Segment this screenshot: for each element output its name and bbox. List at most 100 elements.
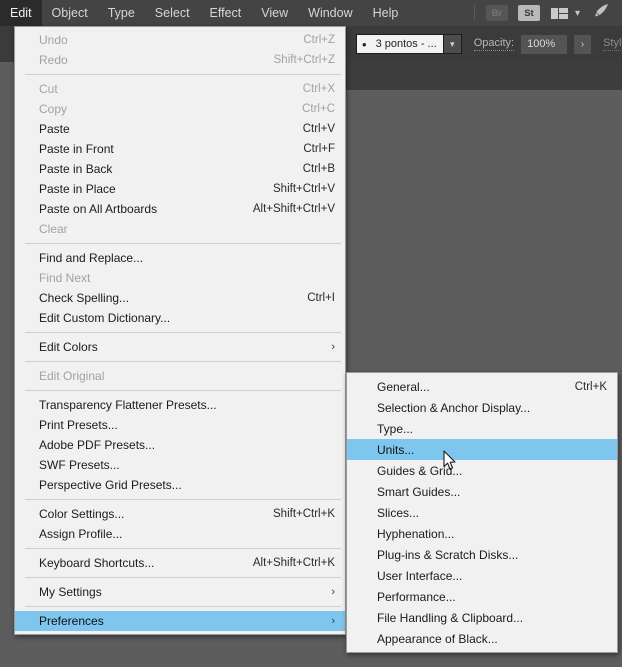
menu-separator (25, 577, 341, 578)
menu-bar: Edit Object Type Select Effect View Window Help… (0, 0, 622, 26)
edit-menu-item-find-next: Find Next (15, 268, 345, 288)
preferences-item-guides-grid[interactable]: Guides & Grid... (347, 460, 617, 481)
menu-item-label: Paste (39, 122, 70, 136)
menu-item-label: Slices... (377, 505, 420, 520)
menu-item-label: Paste on All Artboards (39, 202, 158, 216)
opacity-expand-icon[interactable]: › (574, 34, 592, 54)
edit-menu-item-my-settings[interactable]: My Settings › (15, 582, 345, 602)
menu-item-shortcut: Shift+Ctrl+K (273, 508, 335, 520)
menu-item-label: Undo (39, 33, 68, 47)
preferences-item-units[interactable]: Units... (347, 439, 617, 460)
preferences-item-slices[interactable]: Slices... (347, 502, 617, 523)
workspace-switcher-icon[interactable] (550, 7, 568, 19)
preferences-item-file-handling-clipboard[interactable]: File Handling & Clipboard... (347, 607, 617, 628)
menu-item-label: SWF Presets... (39, 458, 120, 472)
edit-menu-item-color-settings[interactable]: Color Settings... Shift+Ctrl+K (15, 504, 345, 524)
edit-menu-item-keyboard-shortcuts[interactable]: Keyboard Shortcuts... Alt+Shift+Ctrl+K (15, 553, 345, 573)
edit-menu-item-paste[interactable]: Paste Ctrl+V (15, 119, 345, 139)
menu-bar-item-type[interactable]: Type (98, 0, 145, 26)
menu-item-shortcut: Ctrl+F (303, 143, 335, 155)
menu-item-shortcut: Ctrl+C (302, 103, 335, 115)
menu-separator (25, 74, 341, 75)
preferences-item-selection-anchor-display[interactable]: Selection & Anchor Display... (347, 397, 617, 418)
edit-menu-item-paste-in-back[interactable]: Paste in Back Ctrl+B (15, 159, 345, 179)
preferences-item-user-interface[interactable]: User Interface... (347, 565, 617, 586)
menu-item-shortcut: Ctrl+B (302, 163, 335, 175)
opacity-input[interactable]: 100% (521, 34, 568, 54)
edit-menu-item-paste-in-place[interactable]: Paste in Place Shift+Ctrl+V (15, 179, 345, 199)
menu-item-label: Edit Custom Dictionary... (39, 311, 171, 325)
menu-separator (25, 499, 341, 500)
stock-icon[interactable]: St (517, 5, 540, 21)
menu-item-label: Paste in Place (39, 182, 116, 196)
menu-item-shortcut: Ctrl+V (302, 123, 335, 135)
style-label: Style: (603, 37, 622, 51)
menu-item-label: Cut (39, 82, 58, 96)
menu-bar-item-edit[interactable]: Edit (0, 0, 42, 26)
preferences-item-performance[interactable]: Performance... (347, 586, 617, 607)
preferences-item-general[interactable]: General... Ctrl+K (347, 376, 617, 397)
menu-separator (25, 243, 341, 244)
menu-item-label: User Interface... (377, 568, 463, 583)
menu-separator (25, 606, 341, 607)
stroke-profile-value: 3 pontos - ... (375, 38, 437, 50)
edit-menu-item-find-and-replace[interactable]: Find and Replace... (15, 248, 345, 268)
menu-item-label: Check Spelling... (39, 291, 130, 305)
opacity-label: Opacity: (473, 37, 515, 51)
menu-item-shortcut: Ctrl+I (307, 292, 335, 304)
menu-bar-item-view[interactable]: View (251, 0, 298, 26)
edit-menu-dropdown: Undo Ctrl+Z Redo Shift+Ctrl+Z Cut Ctrl+X Copy C… (14, 26, 346, 635)
menu-bar-item-help[interactable]: Help (363, 0, 409, 26)
edit-menu-item-edit-colors[interactable]: Edit Colors › (15, 337, 345, 357)
menu-separator (25, 548, 341, 549)
edit-menu-item-undo: Undo Ctrl+Z (15, 30, 345, 50)
edit-menu-item-transparency-flattener-presets[interactable]: Transparency Flattener Presets... (15, 395, 345, 415)
menu-item-label: Smart Guides... (377, 484, 461, 499)
edit-menu-item-assign-profile[interactable]: Assign Profile... (15, 524, 345, 544)
menu-item-label: Paste in Front (39, 142, 114, 156)
menu-bar-item-object[interactable]: Object (42, 0, 98, 26)
menu-item-shortcut: Shift+Ctrl+Z (273, 54, 335, 66)
preferences-item-smart-guides[interactable]: Smart Guides... (347, 481, 617, 502)
edit-menu-item-edit-original: Edit Original (15, 366, 345, 386)
edit-menu-item-clear: Clear (15, 219, 345, 239)
menu-item-label: Selection & Anchor Display... (377, 400, 531, 415)
menu-bar-item-select[interactable]: Select (145, 0, 200, 26)
chevron-down-icon[interactable]: ▾ (575, 8, 580, 19)
menu-item-label: Adobe PDF Presets... (39, 438, 156, 452)
menu-item-label: Transparency Flattener Presets... (39, 398, 217, 412)
edit-menu-item-swf-presets[interactable]: SWF Presets... (15, 455, 345, 475)
bridge-icon[interactable]: Br (485, 5, 508, 21)
menu-item-label: Guides & Grid... (377, 463, 463, 478)
share-rocket-icon[interactable] (593, 3, 610, 24)
menu-bar-item-effect[interactable]: Effect (200, 0, 252, 26)
menu-item-label: Print Presets... (39, 418, 118, 432)
preferences-item-hyphenation[interactable]: Hyphenation... (347, 523, 617, 544)
edit-menu-item-perspective-grid-presets[interactable]: Perspective Grid Presets... (15, 475, 345, 495)
chevron-right-icon: › (331, 341, 335, 353)
edit-menu-item-edit-custom-dictionary[interactable]: Edit Custom Dictionary... (15, 308, 345, 328)
stroke-profile-dropdown-icon[interactable]: ▾ (443, 34, 462, 54)
preferences-item-type[interactable]: Type... (347, 418, 617, 439)
preferences-item-plug-ins-scratch-disks[interactable]: Plug-ins & Scratch Disks... (347, 544, 617, 565)
menu-item-label: Color Settings... (39, 507, 125, 521)
chevron-right-icon: › (331, 586, 335, 598)
edit-menu-item-adobe-pdf-presets[interactable]: Adobe PDF Presets... (15, 435, 345, 455)
edit-menu-item-paste-in-front[interactable]: Paste in Front Ctrl+F (15, 139, 345, 159)
edit-menu-item-print-presets[interactable]: Print Presets... (15, 415, 345, 435)
stroke-profile-select[interactable]: • 3 pontos - ... (356, 34, 444, 54)
menu-item-shortcut: Shift+Ctrl+V (273, 183, 335, 195)
menu-bar-item-window[interactable]: Window (298, 0, 362, 26)
preferences-item-appearance-of-black[interactable]: Appearance of Black... (347, 628, 617, 649)
edit-menu-item-paste-on-all-artboards[interactable]: Paste on All Artboards Alt+Shift+Ctrl+V (15, 199, 345, 219)
edit-menu-item-copy: Copy Ctrl+C (15, 99, 345, 119)
menu-item-label: Perspective Grid Presets... (39, 478, 182, 492)
menu-item-label: Assign Profile... (39, 527, 123, 541)
edit-menu-item-cut: Cut Ctrl+X (15, 79, 345, 99)
edit-menu-item-preferences[interactable]: Preferences › (15, 611, 345, 631)
menu-item-label: Find and Replace... (39, 251, 144, 265)
chevron-right-icon: › (331, 615, 335, 627)
menu-separator (25, 332, 341, 333)
menu-item-shortcut: Alt+Shift+Ctrl+V (252, 203, 335, 215)
edit-menu-item-check-spelling[interactable]: Check Spelling... Ctrl+I (15, 288, 345, 308)
